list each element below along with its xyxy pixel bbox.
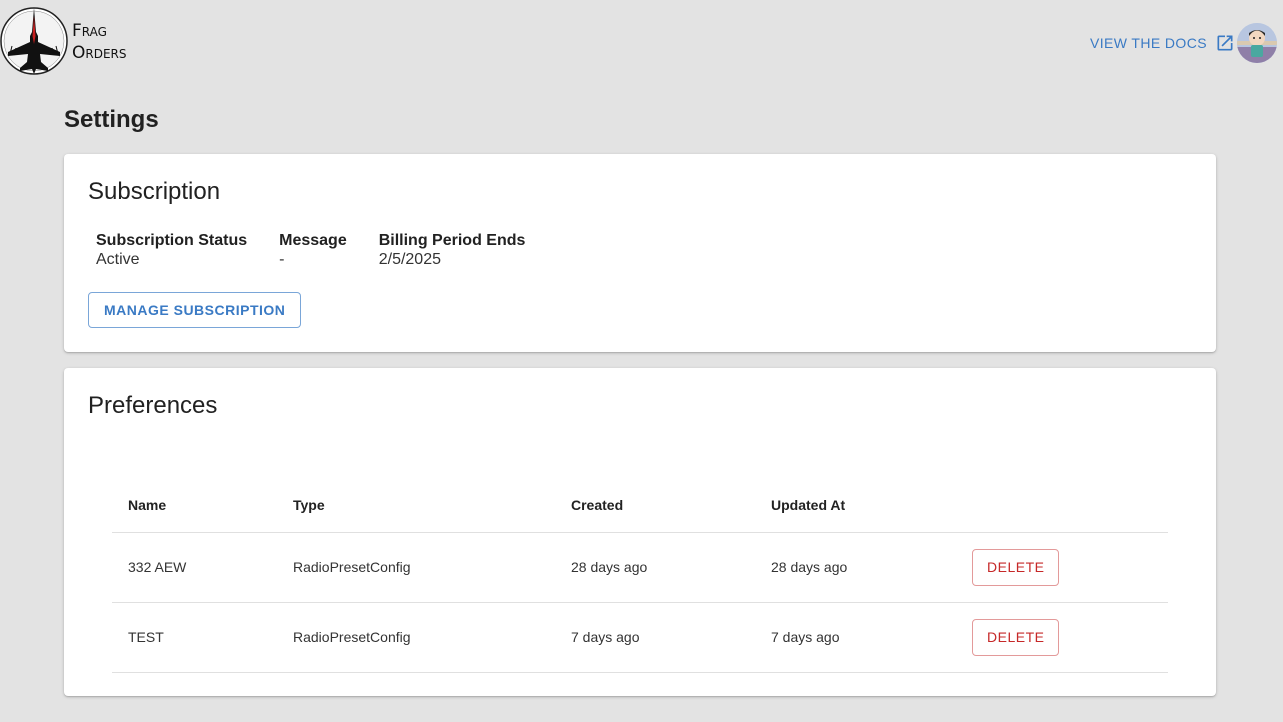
page-title: Settings bbox=[64, 106, 159, 133]
app-logo[interactable] bbox=[0, 6, 68, 76]
message-label: Message bbox=[279, 232, 347, 249]
cell-actions: DELETE bbox=[956, 532, 1168, 603]
billing-period-value: 2/5/2025 bbox=[378, 251, 441, 268]
manage-subscription-button[interactable]: MANAGE SUBSCRIPTION bbox=[88, 292, 302, 328]
cell-actions: DELETE bbox=[956, 602, 1168, 673]
subscription-status-value: Active bbox=[96, 251, 140, 268]
column-header-name: Name bbox=[112, 478, 277, 533]
view-docs-link[interactable]: VIEW THE DOCS bbox=[1090, 33, 1235, 53]
table-header-row: Name Type Created Updated At bbox=[112, 478, 1168, 533]
preferences-table: Name Type Created Updated At 332 AEW Rad… bbox=[112, 478, 1168, 673]
brand-line-2: Orders bbox=[72, 43, 127, 63]
fighter-jet-logo-icon bbox=[0, 7, 68, 75]
column-header-type: Type bbox=[277, 478, 555, 533]
cell-type: RadioPresetConfig bbox=[277, 602, 555, 673]
subscription-status-label: Subscription Status bbox=[96, 232, 248, 249]
preferences-card: Preferences Name Type Created Updated At… bbox=[64, 368, 1216, 696]
cell-created: 7 days ago bbox=[555, 602, 755, 673]
subscription-info: Subscription Status Active Message - Bil… bbox=[96, 231, 525, 269]
delete-button[interactable]: DELETE bbox=[972, 548, 1060, 586]
table-row: TEST RadioPresetConfig 7 days ago 7 days… bbox=[112, 602, 1168, 673]
delete-button[interactable]: DELETE bbox=[972, 618, 1060, 656]
message-value: - bbox=[279, 251, 285, 268]
preferences-title: Preferences bbox=[88, 392, 218, 419]
view-docs-label: VIEW THE DOCS bbox=[1090, 35, 1207, 51]
column-header-actions bbox=[956, 478, 1168, 533]
subscription-status-field: Subscription Status Active bbox=[96, 231, 247, 269]
brand-line-1: Frag bbox=[72, 21, 107, 41]
subscription-card: Subscription Subscription Status Active … bbox=[64, 154, 1216, 352]
app-header: Frag Orders VIEW THE DOCS bbox=[0, 0, 1283, 84]
cell-updated: 7 days ago bbox=[755, 602, 956, 673]
open-in-new-icon bbox=[1217, 35, 1233, 51]
cell-type: RadioPresetConfig bbox=[277, 532, 555, 603]
user-avatar-icon bbox=[1237, 23, 1277, 63]
column-header-created: Created bbox=[555, 478, 755, 533]
cell-created: 28 days ago bbox=[555, 532, 755, 603]
cell-name: 332 AEW bbox=[112, 532, 277, 603]
column-header-updated: Updated At bbox=[755, 478, 956, 533]
cell-updated: 28 days ago bbox=[755, 532, 956, 603]
subscription-title: Subscription bbox=[88, 178, 221, 205]
message-field: Message - bbox=[279, 231, 347, 269]
app-brand[interactable]: Frag Orders bbox=[72, 20, 127, 64]
table-row: 332 AEW RadioPresetConfig 28 days ago 28… bbox=[112, 532, 1168, 603]
billing-period-field: Billing Period Ends 2/5/2025 bbox=[379, 231, 526, 269]
cell-name: TEST bbox=[112, 602, 277, 673]
user-avatar[interactable] bbox=[1237, 23, 1277, 63]
billing-period-label: Billing Period Ends bbox=[378, 232, 526, 249]
